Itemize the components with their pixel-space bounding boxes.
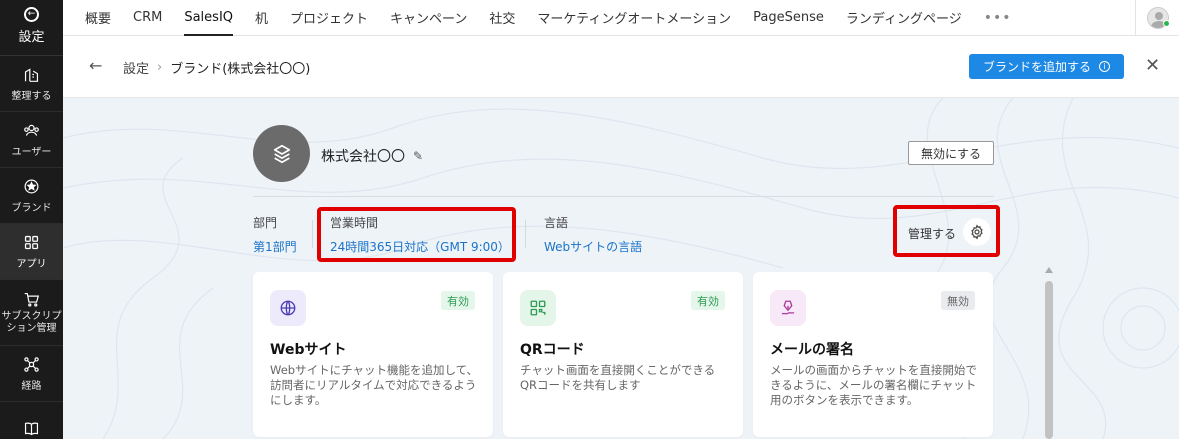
tab-social[interactable]: 社交: [489, 0, 515, 36]
back-circle-icon: ←: [24, 7, 39, 22]
book-icon: [24, 422, 39, 435]
tab-pagesense[interactable]: PageSense: [753, 0, 824, 36]
tab-desk[interactable]: 机: [255, 0, 268, 36]
language-label: 言語: [544, 216, 569, 230]
sidebar-item-users[interactable]: ユーザー: [0, 112, 63, 168]
cart-icon: [24, 292, 40, 307]
highlight-box-manage: [893, 205, 1000, 257]
users-icon: [24, 124, 39, 136]
chevron-right-icon: ›: [157, 60, 163, 75]
divider: [525, 220, 526, 248]
online-status-dot: [1163, 20, 1170, 27]
apps-grid-icon: [24, 235, 39, 249]
settings-back[interactable]: ← 設定: [0, 0, 63, 56]
language-link[interactable]: Webサイトの言語: [544, 238, 642, 255]
card-email-signature[interactable]: 無効 メールの署名 メールの画面からチャットを直接開始できるように、メールの署名…: [753, 272, 993, 437]
department-label: 部門: [253, 216, 278, 230]
highlight-box-hours: [317, 207, 516, 262]
profile-button[interactable]: [1135, 0, 1179, 36]
tab-overview[interactable]: 概要: [85, 0, 111, 36]
close-icon[interactable]: ✕: [1145, 55, 1160, 76]
add-brand-label: ブランドを追加する: [982, 60, 1091, 74]
layers-icon: [273, 144, 290, 163]
department-section: 部門 第1部門: [253, 214, 297, 255]
scroll-up-arrow[interactable]: [1045, 267, 1053, 273]
page-header: ← 設定 › ブランド(株式会社〇〇) ブランドを追加する i ✕: [63, 36, 1179, 98]
card-title: Webサイト: [270, 342, 347, 358]
top-nav: 概要 CRM SalesIQ 机 プロジェクト キャンペーン 社交 マーケティン…: [63, 0, 1179, 36]
card-title: QRコード: [520, 342, 585, 358]
tab-marketing-automation[interactable]: マーケティングオートメーション: [537, 0, 731, 36]
qr-code-icon: [520, 290, 556, 326]
department-link[interactable]: 第1部門: [253, 238, 297, 255]
sidebar-item-label: 経路: [21, 380, 42, 392]
status-badge: 有効: [441, 291, 475, 310]
card-qr-code[interactable]: 有効 QRコード チャット画面を直接開くことができるQRコードを共有します: [503, 272, 743, 437]
sidebar-item-label: ユーザー: [11, 146, 52, 158]
brand-star-icon: [24, 179, 39, 193]
sidebar-item-label-2: ション管理: [6, 322, 57, 334]
card-description: チャット画面を直接開くことができるQRコードを共有します: [520, 363, 716, 392]
pen-signature-icon: [770, 290, 806, 326]
info-icon: i: [1099, 61, 1110, 72]
card-website[interactable]: 有効 Webサイト Webサイトにチャット機能を追加して、訪問者にリアルタイムで…: [253, 272, 493, 437]
sidebar-item-label: 整理する: [11, 90, 52, 102]
card-description: Webサイトにチャット機能を追加して、訪問者にリアルタイムで対応できるようにしま…: [270, 363, 479, 407]
brand-name: 株式会社〇〇 ✎: [321, 146, 423, 166]
edit-pencil-icon[interactable]: ✎: [413, 149, 423, 163]
language-section: 言語 Webサイトの言語: [544, 214, 642, 255]
tab-landing-page[interactable]: ランディングページ: [846, 0, 962, 36]
card-description: メールの画面からチャットを直接開始できるように、メールの署名欄にチャット用のボタ…: [770, 363, 977, 407]
routing-icon: [24, 356, 39, 372]
more-tabs-icon[interactable]: •••: [984, 10, 1012, 26]
breadcrumb-current: ブランド(株式会社〇〇): [170, 62, 311, 77]
brand-logo[interactable]: [253, 125, 310, 182]
brand-header: 株式会社〇〇 ✎ 無効にする: [253, 125, 994, 197]
tab-salesiq[interactable]: SalesIQ: [184, 0, 233, 36]
tab-projects[interactable]: プロジェクト: [290, 0, 368, 36]
brand-name-text: 株式会社〇〇: [321, 149, 405, 165]
tab-crm[interactable]: CRM: [133, 0, 162, 36]
globe-icon: [270, 290, 306, 326]
status-badge: 有効: [691, 291, 725, 310]
breadcrumb: 設定 › ブランド(株式会社〇〇): [123, 58, 310, 77]
back-arrow-icon[interactable]: ←: [89, 56, 102, 75]
sidebar-item-routing[interactable]: 経路: [0, 346, 63, 402]
sidebar: ← 設定 整理する ユーザー ブランド アプリ サブスクリプ ション管理 経路: [0, 0, 63, 439]
sidebar-item-docs[interactable]: [0, 402, 63, 439]
main-content: 株式会社〇〇 ✎ 無効にする 部門 第1部門 営業時間 24時間365日対応（G…: [63, 98, 1179, 439]
sidebar-item-apps[interactable]: アプリ: [0, 224, 63, 280]
divider: [312, 220, 313, 248]
sidebar-item-label: ブランド: [11, 202, 52, 214]
sidebar-item-label-1: サブスクリプ: [1, 310, 62, 322]
tab-campaigns[interactable]: キャンペーン: [390, 0, 467, 36]
scrollbar-thumb[interactable]: [1045, 281, 1053, 439]
sidebar-item-organize[interactable]: 整理する: [0, 56, 63, 112]
breadcrumb-root[interactable]: 設定: [123, 58, 149, 77]
status-badge: 無効: [941, 291, 975, 310]
sidebar-item-label: アプリ: [16, 258, 47, 270]
sidebar-item-brand[interactable]: ブランド: [0, 168, 63, 224]
add-brand-button[interactable]: ブランドを追加する i: [969, 54, 1124, 79]
sidebar-title: 設定: [18, 30, 45, 45]
disable-button[interactable]: 無効にする: [908, 141, 994, 165]
building-icon: [24, 67, 39, 82]
card-title: メールの署名: [770, 342, 854, 358]
sidebar-item-subscription[interactable]: サブスクリプ ション管理: [0, 280, 63, 346]
